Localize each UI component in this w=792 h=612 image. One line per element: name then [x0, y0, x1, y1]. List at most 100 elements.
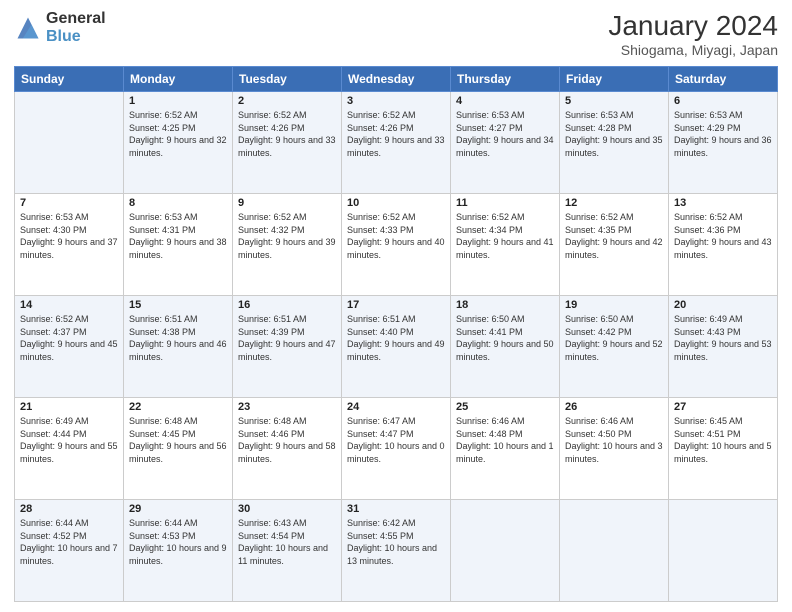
day-info: Sunrise: 6:52 AMSunset: 4:26 PMDaylight:…	[347, 109, 445, 159]
day-number: 29	[129, 503, 227, 515]
day-cell: 1 Sunrise: 6:52 AMSunset: 4:25 PMDaylight…	[124, 92, 233, 194]
day-info: Sunrise: 6:52 AMSunset: 4:36 PMDaylight:…	[674, 211, 772, 261]
day-cell: 22 Sunrise: 6:48 AMSunset: 4:45 PMDayligh…	[124, 398, 233, 500]
day-number: 26	[565, 401, 663, 413]
day-info: Sunrise: 6:51 AMSunset: 4:38 PMDaylight:…	[129, 313, 227, 363]
day-number: 11	[456, 197, 554, 209]
day-cell: 14 Sunrise: 6:52 AMSunset: 4:37 PMDayligh…	[15, 296, 124, 398]
day-info: Sunrise: 6:53 AMSunset: 4:29 PMDaylight:…	[674, 109, 772, 159]
day-cell	[451, 500, 560, 602]
day-cell: 13Sunrise: 6:52 AMSunset: 4:36 PMDayligh…	[669, 194, 778, 296]
day-cell	[669, 500, 778, 602]
location: Shiogama, Miyagi, Japan	[608, 42, 778, 58]
day-number: 18	[456, 299, 554, 311]
day-info: Sunrise: 6:52 AMSunset: 4:33 PMDaylight:…	[347, 211, 445, 261]
day-info: Sunrise: 6:48 AMSunset: 4:45 PMDaylight:…	[129, 415, 227, 465]
day-info: Sunrise: 6:49 AMSunset: 4:43 PMDaylight:…	[674, 313, 772, 363]
day-info: Sunrise: 6:52 AMSunset: 4:25 PMDaylight:…	[129, 109, 227, 159]
day-number: 24	[347, 401, 445, 413]
day-number: 22	[129, 401, 227, 413]
day-info: Sunrise: 6:53 AMSunset: 4:31 PMDaylight:…	[129, 211, 227, 261]
day-info: Sunrise: 6:52 AMSunset: 4:37 PMDaylight:…	[20, 313, 118, 363]
day-header-wednesday: Wednesday	[342, 67, 451, 92]
day-cell: 24 Sunrise: 6:47 AMSunset: 4:47 PMDayligh…	[342, 398, 451, 500]
day-cell: 7 Sunrise: 6:53 AMSunset: 4:30 PMDaylight…	[15, 194, 124, 296]
day-cell	[15, 92, 124, 194]
week-row-2: 7 Sunrise: 6:53 AMSunset: 4:30 PMDaylight…	[15, 194, 778, 296]
day-cell: 9Sunrise: 6:52 AMSunset: 4:32 PMDaylight…	[233, 194, 342, 296]
day-info: Sunrise: 6:52 AMSunset: 4:32 PMDaylight:…	[238, 211, 336, 261]
logo-text: General Blue	[46, 10, 106, 45]
day-cell: 16 Sunrise: 6:51 AMSunset: 4:39 PMDayligh…	[233, 296, 342, 398]
day-cell: 26 Sunrise: 6:46 AMSunset: 4:50 PMDayligh…	[560, 398, 669, 500]
day-cell: 29 Sunrise: 6:44 AMSunset: 4:53 PMDayligh…	[124, 500, 233, 602]
title-block: January 2024 Shiogama, Miyagi, Japan	[608, 10, 778, 58]
day-cell: 11 Sunrise: 6:52 AMSunset: 4:34 PMDayligh…	[451, 194, 560, 296]
day-number: 21	[20, 401, 118, 413]
week-row-4: 21Sunrise: 6:49 AMSunset: 4:44 PMDayligh…	[15, 398, 778, 500]
logo-line2: Blue	[46, 28, 106, 46]
day-info: Sunrise: 6:52 AMSunset: 4:35 PMDaylight:…	[565, 211, 663, 261]
day-cell: 4Sunrise: 6:53 AMSunset: 4:27 PMDaylight…	[451, 92, 560, 194]
day-info: Sunrise: 6:44 AMSunset: 4:53 PMDaylight:…	[129, 517, 227, 567]
day-number: 20	[674, 299, 772, 311]
day-header-monday: Monday	[124, 67, 233, 92]
day-number: 3	[347, 95, 445, 107]
day-info: Sunrise: 6:51 AMSunset: 4:40 PMDaylight:…	[347, 313, 445, 363]
day-header-friday: Friday	[560, 67, 669, 92]
day-number: 7	[20, 197, 118, 209]
day-number: 25	[456, 401, 554, 413]
header-row: SundayMondayTuesdayWednesdayThursdayFrid…	[15, 67, 778, 92]
day-number: 16	[238, 299, 336, 311]
day-cell: 31 Sunrise: 6:42 AMSunset: 4:55 PMDayligh…	[342, 500, 451, 602]
day-number: 31	[347, 503, 445, 515]
week-row-3: 14 Sunrise: 6:52 AMSunset: 4:37 PMDayligh…	[15, 296, 778, 398]
day-number: 23	[238, 401, 336, 413]
day-info: Sunrise: 6:52 AMSunset: 4:26 PMDaylight:…	[238, 109, 336, 159]
day-info: Sunrise: 6:52 AMSunset: 4:34 PMDaylight:…	[456, 211, 554, 261]
logo-line1: General	[46, 10, 106, 28]
day-header-saturday: Saturday	[669, 67, 778, 92]
day-cell: 21Sunrise: 6:49 AMSunset: 4:44 PMDayligh…	[15, 398, 124, 500]
day-number: 15	[129, 299, 227, 311]
month-year: January 2024	[608, 10, 778, 42]
logo-icon	[14, 14, 42, 42]
week-row-1: 1 Sunrise: 6:52 AMSunset: 4:25 PMDaylight…	[15, 92, 778, 194]
day-info: Sunrise: 6:46 AMSunset: 4:48 PMDaylight:…	[456, 415, 554, 465]
day-number: 14	[20, 299, 118, 311]
day-number: 27	[674, 401, 772, 413]
day-info: Sunrise: 6:45 AMSunset: 4:51 PMDaylight:…	[674, 415, 772, 465]
day-info: Sunrise: 6:53 AMSunset: 4:30 PMDaylight:…	[20, 211, 118, 261]
header: General Blue January 2024 Shiogama, Miya…	[14, 10, 778, 58]
day-info: Sunrise: 6:42 AMSunset: 4:55 PMDaylight:…	[347, 517, 445, 567]
day-cell: 8 Sunrise: 6:53 AMSunset: 4:31 PMDaylight…	[124, 194, 233, 296]
day-info: Sunrise: 6:51 AMSunset: 4:39 PMDaylight:…	[238, 313, 336, 363]
day-header-tuesday: Tuesday	[233, 67, 342, 92]
day-number: 2	[238, 95, 336, 107]
day-number: 17	[347, 299, 445, 311]
day-cell: 19 Sunrise: 6:50 AMSunset: 4:42 PMDayligh…	[560, 296, 669, 398]
day-number: 1	[129, 95, 227, 107]
day-info: Sunrise: 6:50 AMSunset: 4:42 PMDaylight:…	[565, 313, 663, 363]
day-cell: 2 Sunrise: 6:52 AMSunset: 4:26 PMDaylight…	[233, 92, 342, 194]
day-cell: 10Sunrise: 6:52 AMSunset: 4:33 PMDayligh…	[342, 194, 451, 296]
day-number: 28	[20, 503, 118, 515]
day-number: 4	[456, 95, 554, 107]
day-number: 19	[565, 299, 663, 311]
day-number: 8	[129, 197, 227, 209]
day-info: Sunrise: 6:48 AMSunset: 4:46 PMDaylight:…	[238, 415, 336, 465]
day-info: Sunrise: 6:46 AMSunset: 4:50 PMDaylight:…	[565, 415, 663, 465]
day-cell: 27 Sunrise: 6:45 AMSunset: 4:51 PMDayligh…	[669, 398, 778, 500]
day-number: 5	[565, 95, 663, 107]
week-row-5: 28Sunrise: 6:44 AMSunset: 4:52 PMDayligh…	[15, 500, 778, 602]
day-number: 6	[674, 95, 772, 107]
day-cell: 12Sunrise: 6:52 AMSunset: 4:35 PMDayligh…	[560, 194, 669, 296]
day-cell: 15 Sunrise: 6:51 AMSunset: 4:38 PMDayligh…	[124, 296, 233, 398]
day-cell: 5 Sunrise: 6:53 AMSunset: 4:28 PMDaylight…	[560, 92, 669, 194]
day-header-sunday: Sunday	[15, 67, 124, 92]
day-cell: 25 Sunrise: 6:46 AMSunset: 4:48 PMDayligh…	[451, 398, 560, 500]
day-info: Sunrise: 6:43 AMSunset: 4:54 PMDaylight:…	[238, 517, 336, 567]
day-info: Sunrise: 6:53 AMSunset: 4:28 PMDaylight:…	[565, 109, 663, 159]
day-cell: 20 Sunrise: 6:49 AMSunset: 4:43 PMDayligh…	[669, 296, 778, 398]
day-info: Sunrise: 6:47 AMSunset: 4:47 PMDaylight:…	[347, 415, 445, 465]
